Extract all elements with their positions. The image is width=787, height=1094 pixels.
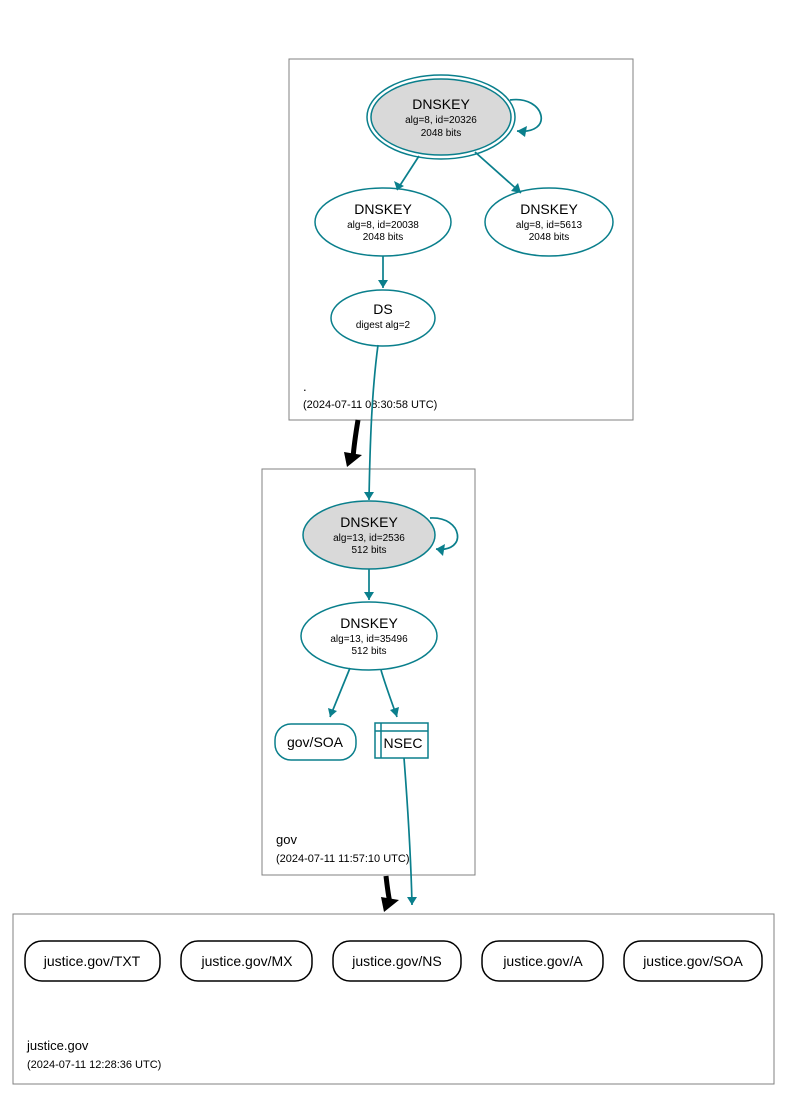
edge-gov-zsk-to-soa: [330, 668, 350, 717]
svg-text:justice.gov/SOA: justice.gov/SOA: [642, 953, 743, 969]
svg-text:alg=8, id=20326: alg=8, id=20326: [405, 115, 477, 126]
node-gov-nsec: NSEC: [375, 723, 428, 758]
svg-text:512 bits: 512 bits: [351, 545, 386, 556]
svg-text:2048 bits: 2048 bits: [421, 128, 462, 139]
zone-gov-timestamp: (2024-07-11 11:57:10 UTC): [276, 853, 410, 865]
zone-root-name: .: [303, 379, 307, 394]
node-leaf-mx: justice.gov/MX: [181, 941, 312, 981]
node-root-otherkey: DNSKEY alg=8, id=5613 2048 bits: [485, 188, 613, 256]
node-gov-ksk: DNSKEY alg=13, id=2536 512 bits: [303, 501, 435, 569]
zone-root-timestamp: (2024-07-11 08:30:58 UTC): [303, 399, 437, 411]
svg-text:DNSKEY: DNSKEY: [520, 201, 578, 217]
edge-root-ksk-to-other: [475, 152, 521, 193]
edge-root-to-gov-delegation: [353, 420, 358, 458]
node-root-ksk: DNSKEY alg=8, id=20326 2048 bits: [367, 75, 515, 159]
node-gov-zsk: DNSKEY alg=13, id=35496 512 bits: [301, 602, 437, 670]
svg-text:alg=13, id=2536: alg=13, id=2536: [333, 533, 405, 544]
svg-text:DS: DS: [373, 301, 392, 317]
svg-text:alg=13, id=35496: alg=13, id=35496: [330, 634, 408, 645]
svg-text:512 bits: 512 bits: [351, 646, 386, 657]
node-leaf-a: justice.gov/A: [482, 941, 603, 981]
svg-text:gov/SOA: gov/SOA: [287, 734, 344, 750]
node-leaf-txt: justice.gov/TXT: [25, 941, 160, 981]
dnssec-diagram: . (2024-07-11 08:30:58 UTC) DNSKEY alg=8…: [0, 0, 787, 1094]
zone-justice-name: justice.gov: [26, 1038, 89, 1053]
node-gov-soa: gov/SOA: [275, 724, 356, 760]
zone-justice-timestamp: (2024-07-11 12:28:36 UTC): [27, 1059, 161, 1071]
svg-text:DNSKEY: DNSKEY: [340, 615, 398, 631]
svg-text:justice.gov/NS: justice.gov/NS: [351, 953, 441, 969]
svg-text:DNSKEY: DNSKEY: [354, 201, 412, 217]
edge-nsec-to-justice: [404, 758, 412, 905]
svg-text:2048 bits: 2048 bits: [529, 232, 570, 243]
edge-ds-to-gov-ksk: [369, 345, 378, 500]
node-leaf-ns: justice.gov/NS: [333, 941, 461, 981]
node-leaf-soa: justice.gov/SOA: [624, 941, 762, 981]
node-root-zsk: DNSKEY alg=8, id=20038 2048 bits: [315, 188, 451, 256]
zone-gov-name: gov: [276, 832, 297, 847]
svg-text:justice.gov/A: justice.gov/A: [502, 953, 583, 969]
svg-text:alg=8, id=5613: alg=8, id=5613: [516, 220, 583, 231]
svg-text:digest alg=2: digest alg=2: [356, 320, 411, 331]
svg-text:DNSKEY: DNSKEY: [412, 96, 470, 112]
svg-text:NSEC: NSEC: [384, 735, 423, 751]
svg-text:DNSKEY: DNSKEY: [340, 514, 398, 530]
node-root-ds: DS digest alg=2: [331, 290, 435, 346]
svg-text:justice.gov/MX: justice.gov/MX: [200, 953, 293, 969]
svg-text:alg=8, id=20038: alg=8, id=20038: [347, 220, 419, 231]
svg-text:2048 bits: 2048 bits: [363, 232, 404, 243]
svg-text:justice.gov/TXT: justice.gov/TXT: [43, 953, 141, 969]
